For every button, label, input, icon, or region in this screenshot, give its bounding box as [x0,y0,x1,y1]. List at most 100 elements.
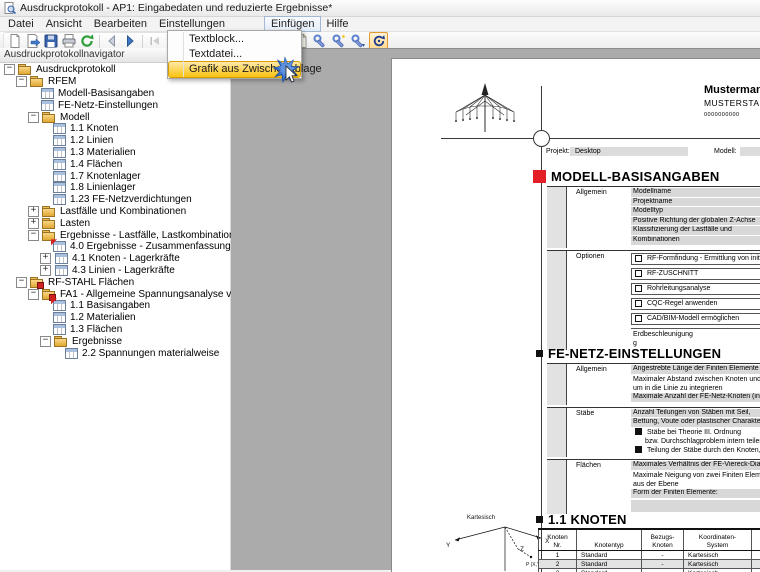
menu-einfügen[interactable]: Einfügen [265,17,320,31]
tree-item-label: 1.7 Knotenlager [69,171,141,182]
collapse-icon[interactable]: − [28,289,39,300]
tree-item-label: 1.1 Knoten [69,123,118,134]
menu-datei[interactable]: Datei [2,17,40,31]
section-modell-basisangaben: MODELL-BASISANGABEN AllgemeinModellnameP… [533,169,760,352]
menu-icon-gutter [183,32,184,77]
param-row [631,500,760,512]
collapse-icon[interactable]: − [40,336,51,347]
param-row: Angestrebte Länge der Finiten Elemente [631,365,760,374]
tree-item[interactable]: 1.2 Materialien [0,312,231,324]
project-value: Desktop [570,147,688,156]
expand-icon[interactable]: + [28,218,39,229]
param-row: Kombinationen [631,236,760,245]
knoten-table-header: KnotenNr.KnotentypBezugs-KnotenKoordinat… [539,529,760,551]
tree-item[interactable]: 1.3 Materialien [0,147,231,159]
collapse-icon[interactable]: − [4,64,15,75]
company-city: MUSTERSTADT [704,98,760,108]
column-header: Koordinaten-System [684,529,752,551]
module-icon [30,277,44,288]
toolbar-separator [99,35,100,48]
navigator-tree: −Ausdruckprotokoll−RFEMModell-Basisangab… [0,64,231,570]
wrench-icon[interactable] [331,33,347,49]
table-icon [52,312,66,323]
tree-item[interactable]: −Ergebnisse - Lastfälle, Lastkombination… [0,229,231,241]
skip-first-icon[interactable] [147,33,163,49]
tree-item-label: 1.4 Flächen [69,159,122,170]
report-header-rule [441,138,760,139]
model-label: Modell: [714,148,737,155]
page-export-icon[interactable] [25,33,41,49]
tree-item[interactable]: −Ergebnisse [0,335,231,347]
print-icon[interactable] [61,33,77,49]
refresh-icon[interactable] [79,33,95,49]
expand-icon[interactable]: + [40,265,51,276]
table-icon [52,194,66,205]
menuitem-textblock-[interactable]: Textblock... [169,32,300,47]
folder-icon [42,206,56,217]
menu-ansicht[interactable]: Ansicht [40,17,88,31]
tree-item[interactable]: − Modell [0,111,231,123]
tree-item[interactable]: −RF-STAHL Flächen [0,276,231,288]
nav-back-icon[interactable] [104,33,120,49]
module-icon [42,289,56,300]
preview-workspace: Mustermann MUSTERSTADT 0000000000 Projek… [231,48,760,570]
tree-item-label: Lasten [59,218,90,229]
collapse-icon[interactable]: − [16,76,27,87]
param-row: Form der Finiten Elemente: [631,489,760,498]
company-logo-tower [450,82,520,138]
project-row: Projekt: Desktop Modell: [392,147,760,157]
collapse-icon[interactable]: − [28,112,39,123]
tree-item[interactable]: +Lastfälle und Kombinationen [0,206,231,218]
tree-item-label: Modell [59,112,89,123]
tree-item[interactable]: 1.7 Knotenlager [0,170,231,182]
tree-item[interactable]: Modell-Basisangaben [0,88,231,100]
report-header-circle [533,130,550,147]
tree-item[interactable]: FE-Netz-Einstellungen [0,99,231,111]
collapse-icon[interactable]: − [16,277,27,288]
tree-item[interactable]: 1.23 FE-Netzverdichtungen [0,194,231,206]
expand-icon[interactable]: + [40,253,51,264]
tree-item[interactable]: 2.2 Spannungen materialweise [0,347,231,359]
param-row: Anzahl Teilungen von Stäben mit Seil, [631,409,760,418]
page-new-icon[interactable] [7,33,23,49]
folder-icon [42,218,56,229]
wrench-icon[interactable] [312,33,328,49]
expand-icon[interactable]: + [28,206,39,217]
tree-item[interactable]: 4.0 Ergebnisse - Zusammenfassung [0,241,231,253]
tree-item-label: RFEM [47,76,76,87]
param-row: CQC-Regel anwenden [631,298,760,310]
save-icon[interactable] [43,33,59,49]
tree-item[interactable]: 1.4 Flächen [0,158,231,170]
folder-icon [18,64,32,75]
tree-item-label: 1.2 Linien [69,135,113,146]
tree-item[interactable]: 1.1 Knoten [0,123,231,135]
menu-hilfe[interactable]: Hilfe [320,17,354,31]
param-group: AllgemeinAngestrebte Länge der Finiten E… [547,363,760,405]
tree-item[interactable]: 1.1 Basisangaben [0,300,231,312]
nav-forward-icon[interactable] [122,33,138,49]
param-row: RF-Formfindung - Ermittlung von initiale [631,253,760,265]
tree-item[interactable]: −FA1 - Allgemeine Spannungsanalyse von F… [0,288,231,300]
tree-item[interactable]: +4.1 Knoten - Lagerkräfte [0,253,231,265]
menu-bearbeiten[interactable]: Bearbeiten [88,17,153,31]
collapse-icon[interactable]: − [28,230,39,241]
tree-item[interactable]: +4.3 Linien - Lagerkräfte [0,265,231,277]
folder-icon [30,76,44,87]
wrench-icon[interactable] [350,33,366,49]
menu-einstellungen[interactable]: Einstellungen [153,17,231,31]
section-marker [533,170,546,183]
tree-item[interactable]: 1.2 Linien [0,135,231,147]
param-group: AllgemeinModellnameProjektnameModelltypP… [547,186,760,248]
tree-item[interactable]: 1.3 Flächen [0,324,231,336]
tree-item[interactable]: + Lasten [0,217,231,229]
table-row: 3Standard-Kartesisch [539,569,760,572]
param-row: Klassifizierung der Lastfälle und [631,226,760,235]
param-row: Erdbeschleunigung [631,328,760,339]
svg-text:Y: Y [446,542,451,549]
section-groups: AllgemeinAngestrebte Länge der Finiten E… [547,363,760,514]
table-icon [52,135,66,146]
table-icon [64,348,78,359]
table-icon [52,123,66,134]
tree-item[interactable]: 1.8 Linienlager [0,182,231,194]
column-header [752,529,760,551]
